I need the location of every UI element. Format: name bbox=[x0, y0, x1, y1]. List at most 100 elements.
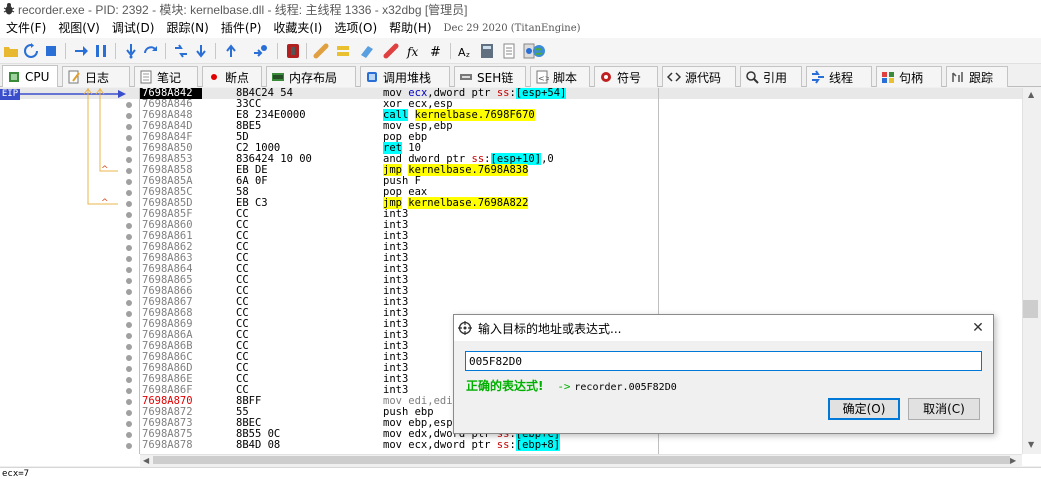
menu-view[interactable]: 视图(V) bbox=[52, 18, 106, 38]
breakpoint-dot[interactable] bbox=[126, 333, 132, 339]
breakpoint-dot[interactable] bbox=[126, 157, 132, 163]
bookmarks-icon[interactable] bbox=[382, 42, 400, 60]
breakpoint-dot[interactable] bbox=[126, 421, 132, 427]
breakpoint-dot[interactable] bbox=[126, 322, 132, 328]
ok-button[interactable]: 确定(O) bbox=[828, 398, 900, 420]
font-size-icon[interactable]: Az bbox=[456, 42, 474, 60]
horizontal-scroll-thumb[interactable] bbox=[153, 456, 1010, 464]
window-title: recorder.exe - PID: 2392 - 模块: kernelbas… bbox=[18, 2, 468, 17]
trace-over-icon[interactable] bbox=[192, 42, 210, 60]
scroll-left-icon[interactable]: ◀ bbox=[143, 456, 149, 466]
globe-icon[interactable] bbox=[530, 42, 548, 60]
tab-notes[interactable]: 笔记 bbox=[134, 66, 198, 87]
jump-up-arrow-icon: ^ bbox=[101, 165, 109, 175]
pause-icon[interactable] bbox=[92, 42, 110, 60]
breakpoint-dot[interactable] bbox=[126, 443, 132, 449]
breakpoint-dot[interactable] bbox=[126, 300, 132, 306]
tab-breakpoints-label: 断点 bbox=[225, 70, 250, 85]
breakpoint-dot[interactable] bbox=[126, 201, 132, 207]
breakpoint-dot[interactable] bbox=[126, 223, 132, 229]
menu-plugins[interactable]: 插件(P) bbox=[215, 18, 268, 38]
breakpoint-dot[interactable] bbox=[126, 102, 132, 108]
tab-call-stack[interactable]: 调用堆栈 bbox=[360, 66, 450, 87]
breakpoint-dot[interactable] bbox=[126, 366, 132, 372]
tab-log[interactable]: 日志 bbox=[62, 66, 130, 87]
tab-symbols[interactable]: 符号 bbox=[594, 66, 658, 87]
comments-icon[interactable] bbox=[334, 42, 352, 60]
breakpoint-dot[interactable] bbox=[126, 399, 132, 405]
open-folder-icon[interactable] bbox=[2, 42, 20, 60]
tab-trace[interactable]: 跟踪 bbox=[946, 66, 1008, 87]
cheat-sheet-icon[interactable] bbox=[500, 42, 518, 60]
trace-into-icon[interactable] bbox=[172, 42, 190, 60]
tab-threads[interactable]: 线程 bbox=[806, 66, 872, 87]
breakpoint-dot[interactable] bbox=[126, 113, 132, 119]
tab-breakpoints[interactable]: 断点 bbox=[202, 66, 262, 87]
disasm-row[interactable]: 7698A878 8B4D 08 mov ecx,dword ptr ss:[ebp… bbox=[0, 439, 1022, 451]
tab-cpu[interactable]: CPU bbox=[2, 65, 58, 87]
tab-source[interactable]: 源代码 bbox=[662, 66, 736, 87]
menu-trace[interactable]: 跟踪(N) bbox=[160, 18, 214, 38]
functions-icon[interactable]: fx bbox=[404, 42, 422, 60]
breakpoint-dot[interactable] bbox=[126, 168, 132, 174]
cancel-button[interactable]: 取消(C) bbox=[908, 398, 980, 420]
tab-handles[interactable]: 句柄 bbox=[876, 66, 942, 87]
scylla-icon[interactable] bbox=[284, 42, 302, 60]
scroll-up-icon[interactable]: ▲ bbox=[1028, 90, 1034, 100]
tab-memory-map[interactable]: 内存布局 bbox=[266, 66, 356, 87]
menu-debug[interactable]: 调试(D) bbox=[106, 18, 161, 38]
tab-seh-chain[interactable]: SEH链 bbox=[454, 66, 526, 87]
breakpoint-dot[interactable] bbox=[126, 234, 132, 240]
menu-favourites[interactable]: 收藏夹(I) bbox=[267, 18, 328, 38]
calculator-icon[interactable] bbox=[478, 42, 496, 60]
tab-references[interactable]: 引用 bbox=[740, 66, 802, 87]
breakpoint-dot[interactable] bbox=[126, 135, 132, 141]
step-into-icon[interactable] bbox=[122, 42, 140, 60]
breakpoint-dot[interactable] bbox=[126, 377, 132, 383]
patch-icon[interactable] bbox=[312, 42, 330, 60]
breakpoint-dot[interactable] bbox=[126, 289, 132, 295]
restart-icon[interactable] bbox=[22, 42, 40, 60]
breakpoint-dot[interactable] bbox=[126, 278, 132, 284]
breakpoint-dot[interactable] bbox=[126, 410, 132, 416]
expression-input[interactable] bbox=[465, 351, 982, 371]
instruction-token: kernelbase.7698A838 bbox=[408, 164, 529, 176]
menu-help[interactable]: 帮助(H) bbox=[383, 18, 437, 38]
breakpoint-dot[interactable] bbox=[126, 311, 132, 317]
hash-icon[interactable]: # bbox=[426, 42, 444, 60]
step-over-icon[interactable] bbox=[142, 42, 160, 60]
breakpoint-dot[interactable] bbox=[126, 190, 132, 196]
breakpoint-dot[interactable] bbox=[126, 212, 132, 218]
breakpoint-dot[interactable] bbox=[126, 388, 132, 394]
instruction-token: ,0 bbox=[541, 153, 554, 165]
menu-file[interactable]: 文件(F) bbox=[0, 18, 52, 38]
breakpoint-dot[interactable] bbox=[126, 267, 132, 273]
scroll-right-icon[interactable]: ▶ bbox=[1010, 456, 1016, 466]
run-icon[interactable] bbox=[72, 42, 90, 60]
stop-icon[interactable] bbox=[42, 42, 60, 60]
breakpoint-dot[interactable] bbox=[126, 344, 132, 350]
breakpoint-gutter[interactable]: ^ ^ bbox=[0, 88, 140, 454]
close-icon[interactable]: ✕ bbox=[970, 320, 986, 336]
trace-icon bbox=[951, 70, 965, 84]
breakpoint-dot[interactable] bbox=[126, 355, 132, 361]
breakpoint-dot[interactable] bbox=[126, 432, 132, 438]
vertical-scrollbar[interactable]: ▲ ▼ bbox=[1022, 88, 1041, 454]
breakpoint-dot[interactable] bbox=[126, 179, 132, 185]
run-to-user-code-icon[interactable] bbox=[252, 42, 270, 60]
scroll-down-icon[interactable]: ▼ bbox=[1028, 440, 1034, 450]
breakpoint-dot[interactable] bbox=[126, 124, 132, 130]
labels-icon[interactable] bbox=[358, 42, 376, 60]
vertical-scroll-thumb[interactable] bbox=[1023, 300, 1038, 318]
execute-till-return-icon[interactable] bbox=[222, 42, 240, 60]
breakpoint-dot[interactable] bbox=[126, 256, 132, 262]
dialog-title-bar[interactable]: 输入目标的地址或表达式... ✕ bbox=[454, 315, 993, 341]
tab-script[interactable]: <> 脚本 bbox=[530, 66, 590, 87]
tab-trace-label: 跟踪 bbox=[969, 70, 994, 85]
breakpoint-dot[interactable] bbox=[126, 146, 132, 152]
expression-result: 正确的表达式! -> recorder.005F82D0 bbox=[466, 377, 677, 394]
menu-options[interactable]: 选项(O) bbox=[328, 18, 383, 38]
tab-script-label: 脚本 bbox=[553, 70, 578, 85]
breakpoint-dot[interactable] bbox=[126, 245, 132, 251]
instruction-token: : bbox=[509, 88, 516, 99]
